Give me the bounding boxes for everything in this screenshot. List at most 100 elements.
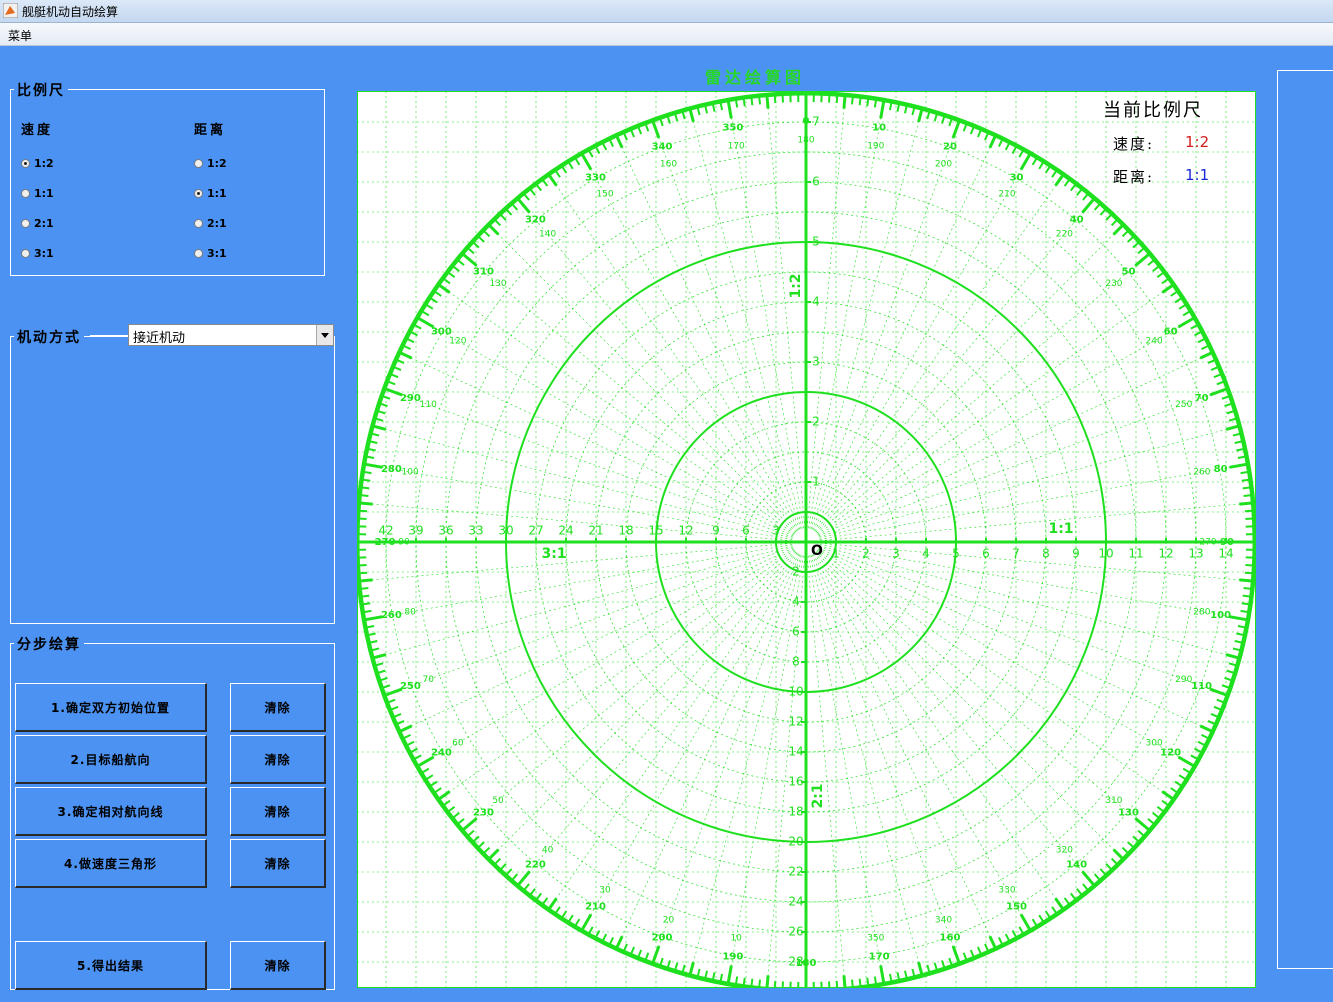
radio-dot[interactable] [21,249,30,258]
bearing-line [819,503,1241,542]
bearing-line [729,112,804,529]
axis-tick-label-left: 9 [712,524,720,538]
radio-dot[interactable] [194,189,203,198]
compass-tick [442,799,451,807]
bearing-line [817,291,1164,535]
step1-button[interactable]: 1.确定双方初始位置 [15,683,207,732]
compass-tick [1216,698,1225,704]
radio-dot[interactable] [21,219,30,228]
compass-tick [554,170,561,178]
compass-tick [1004,933,1011,942]
bearing-label-outer: 340 [652,141,673,152]
compass-tick [382,395,391,400]
distance-radio-1-1[interactable]: 1:1 [194,187,227,200]
axis-tick-label-left: 30 [498,524,513,538]
bearing-line [812,553,1025,920]
step3-clear-button[interactable]: 清除 [230,787,326,836]
axis-tick-label-left: 42 [378,524,393,538]
compass-tick [681,111,686,120]
compass-tick [726,965,733,984]
distance-radio-3-1[interactable]: 3:1 [194,247,227,260]
bearing-label-inner: 200 [935,160,952,170]
compass-tick [666,960,671,969]
step4-button[interactable]: 4.做速度三角形 [15,839,207,888]
compass-tick [688,108,695,123]
axis-tick-label-right: 5 [952,547,960,561]
step2-clear-button[interactable]: 清除 [230,735,326,784]
compass-tick [1038,161,1045,170]
bearing-label-inner: 290 [1175,675,1192,685]
compass-tick [630,946,635,955]
compass-tick [511,203,519,211]
bearing-label-outer: 120 [1160,748,1181,759]
compass-tick [1099,208,1107,216]
menubar: 菜单 [0,23,1333,46]
distance-radio-1-2[interactable]: 1:2 [194,157,227,170]
compass-tick [659,957,664,966]
compass-tick [499,863,507,871]
step4-clear-button[interactable]: 清除 [230,839,326,888]
compass-tick [567,914,574,923]
step2-button[interactable]: 2.目标船航向 [15,735,207,784]
radio-dot[interactable] [21,189,30,198]
compass-tick [1063,178,1071,187]
compass-tick [835,95,839,104]
maneuver-panel-title: 机动方式 [14,327,84,347]
axis-tick-label-left: 6 [742,524,750,538]
radar-plotting-svg[interactable]: 0102030405060708090100110120130140150160… [355,91,1257,993]
compass-tick [773,980,777,989]
menu-item-menu[interactable]: 菜单 [8,27,32,44]
speed-radio-2-1[interactable]: 2:1 [21,217,54,230]
compass-tick [773,95,777,104]
radio-dot[interactable] [194,219,203,228]
compass-tick [1213,373,1222,379]
compass-tick [375,417,384,422]
compass-tick [926,964,931,973]
maneuver-select[interactable]: 接近机动 [128,324,334,346]
axis-tick-label-left: 39 [408,524,423,538]
axis-tick-label-left: 36 [438,524,453,538]
speed-radio-3-1[interactable]: 3:1 [21,247,54,260]
compass-tick [1210,713,1219,718]
radar-plotting-chart[interactable]: 0102030405060708090100110120130140150160… [355,91,1257,993]
compass-tick [615,935,624,949]
axis-tick-label-left: 27 [528,524,543,538]
bearing-label-inner: 240 [1146,337,1163,347]
bearing-line [767,107,806,529]
step5-clear-button[interactable]: 清除 [230,941,326,990]
speed-radio-1-2[interactable]: 1:2 [21,157,54,170]
chevron-down-icon[interactable] [316,325,333,345]
distance-radio-2-1[interactable]: 2:1 [194,217,227,230]
radio-dot[interactable] [194,249,203,258]
axis-tick-label-down: 4 [792,595,800,609]
compass-tick [1182,767,1191,774]
compass-tick [758,96,762,105]
compass-tick [1031,157,1038,166]
compass-tick [535,892,543,901]
step5-button[interactable]: 5.得出结果 [15,941,207,990]
axis-tick-label-down: 2 [792,565,800,579]
compass-tick [402,733,411,740]
compass-tick [1242,594,1251,598]
bearing-line [396,392,793,538]
bearing-label-outer: 50 [1122,266,1136,277]
compass-tick [1216,380,1225,386]
step1-clear-button[interactable]: 清除 [230,683,326,732]
compass-tick [1137,829,1145,837]
axis-tick-label-down: 22 [788,865,803,879]
compass-tick [1207,720,1216,726]
radio-dot[interactable] [21,159,30,168]
compass-tick [608,138,615,147]
compass-tick [399,351,413,360]
radio-dot[interactable] [194,159,203,168]
axis-tick-label-down: 10 [788,685,803,699]
step3-button[interactable]: 3.确定相对航向线 [15,787,207,836]
speed-radio-1-1[interactable]: 1:1 [21,187,54,200]
compass-tick [390,705,399,711]
axis-tick-label-up: 2 [812,415,820,429]
bearing-line [621,554,801,938]
compass-tick [1229,462,1248,469]
compass-tick [1161,799,1170,807]
bearing-label-inner: 100 [402,468,419,478]
compass-tick [363,470,372,475]
